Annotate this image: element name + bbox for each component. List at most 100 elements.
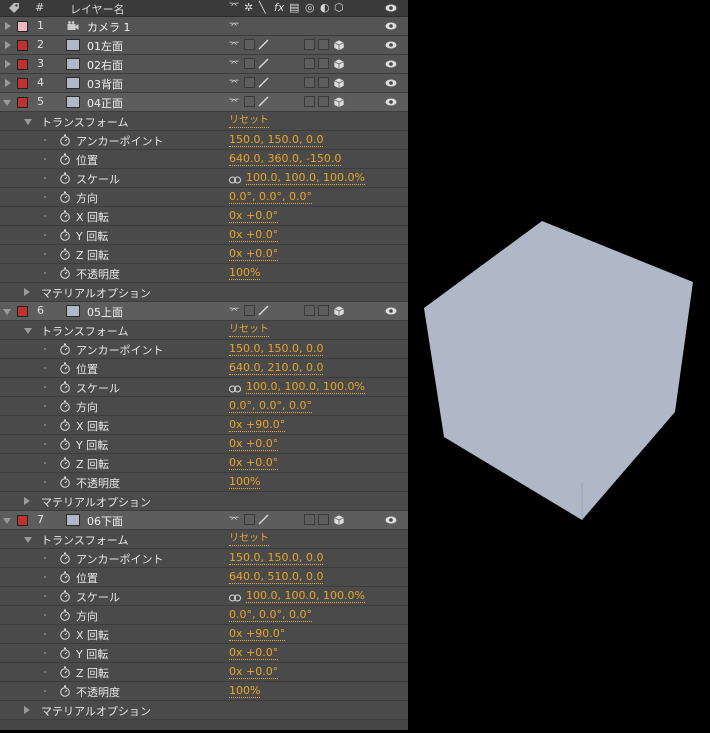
property-value-anchor-point[interactable]: 150.0, 150.0, 0.0: [229, 551, 324, 565]
3d-layer-switch-icon[interactable]: [333, 58, 345, 70]
3d-layer-switch-icon[interactable]: [333, 96, 345, 108]
label-color-swatch[interactable]: [17, 97, 28, 108]
quality-switch-icon[interactable]: [258, 305, 269, 316]
quality-switch-icon[interactable]: [258, 58, 269, 69]
stopwatch-icon[interactable]: [59, 666, 71, 678]
constrain-proportions-icon[interactable]: [229, 174, 241, 184]
stopwatch-icon[interactable]: [59, 628, 71, 640]
layer-name[interactable]: 04正面: [87, 95, 123, 111]
stopwatch-icon[interactable]: [59, 457, 71, 469]
motion-blur-switch[interactable]: [304, 77, 315, 88]
eye-icon[interactable]: [385, 3, 397, 13]
transform-group-row[interactable]: トランスフォーム リセット: [0, 321, 408, 340]
property-value-orientation[interactable]: 0.0°, 0.0°, 0.0°: [229, 190, 312, 204]
stopwatch-icon[interactable]: [59, 400, 71, 412]
collapse-switch[interactable]: [244, 96, 255, 107]
property-value-opacity[interactable]: 100%: [229, 266, 261, 280]
property-value-orientation[interactable]: 0.0°, 0.0°, 0.0°: [229, 399, 312, 413]
property-value-y-rotation[interactable]: 0x +0.0°: [229, 646, 279, 660]
adjustment-switch[interactable]: [318, 305, 329, 316]
stopwatch-icon[interactable]: [59, 476, 71, 488]
layer-row[interactable]: 6 05上面 ⌤: [0, 302, 408, 321]
expand-triangle-right-icon[interactable]: [24, 497, 30, 505]
layer-name[interactable]: 02右面: [87, 57, 123, 73]
stopwatch-icon[interactable]: [59, 609, 71, 621]
expand-triangle-down-icon[interactable]: [3, 518, 11, 524]
stopwatch-icon[interactable]: [59, 210, 71, 222]
property-value-anchor-point[interactable]: 150.0, 150.0, 0.0: [229, 342, 324, 356]
stopwatch-icon[interactable]: [59, 343, 71, 355]
property-value-position[interactable]: 640.0, 210.0, 0.0: [229, 361, 324, 375]
motion-blur-switch[interactable]: [304, 39, 315, 50]
3d-layer-switch-icon[interactable]: [333, 514, 345, 526]
expand-triangle-right-icon[interactable]: [5, 22, 11, 30]
eye-icon[interactable]: [385, 59, 397, 69]
adjustment-switch[interactable]: [318, 96, 329, 107]
label-color-swatch[interactable]: [17, 306, 28, 317]
eye-icon[interactable]: [385, 78, 397, 88]
layer-name[interactable]: 05上面: [87, 304, 123, 320]
stopwatch-icon[interactable]: [59, 191, 71, 203]
stopwatch-icon[interactable]: [59, 229, 71, 241]
layer-row[interactable]: 7 06下面 ⌤: [0, 511, 408, 530]
property-value-z-rotation[interactable]: 0x +0.0°: [229, 456, 279, 470]
effect-column-header[interactable]: fx: [274, 1, 284, 14]
stopwatch-icon[interactable]: [59, 590, 71, 602]
constrain-proportions-icon[interactable]: [229, 592, 241, 602]
quality-icon[interactable]: ╲: [259, 1, 266, 14]
stopwatch-icon[interactable]: [59, 685, 71, 697]
adjustment-switch[interactable]: [318, 58, 329, 69]
layer-row[interactable]: 4 03背面 ⌤: [0, 74, 408, 93]
label-tag-icon[interactable]: [8, 2, 20, 14]
expand-triangle-down-icon[interactable]: [24, 537, 32, 543]
shy-icon[interactable]: ⌤: [229, 1, 239, 11]
quality-switch-icon[interactable]: [258, 96, 269, 107]
property-value-orientation[interactable]: 0.0°, 0.0°, 0.0°: [229, 608, 312, 622]
transform-group-row[interactable]: トランスフォーム リセット: [0, 112, 408, 131]
3d-layer-switch-icon[interactable]: [333, 39, 345, 51]
property-value-opacity[interactable]: 100%: [229, 684, 261, 698]
property-value-z-rotation[interactable]: 0x +0.0°: [229, 247, 279, 261]
shy-switch-icon[interactable]: ⌤: [229, 77, 241, 89]
quality-switch-icon[interactable]: [258, 77, 269, 88]
property-value-opacity[interactable]: 100%: [229, 475, 261, 489]
expand-triangle-down-icon[interactable]: [24, 328, 32, 334]
stopwatch-icon[interactable]: [59, 267, 71, 279]
collapse-switch[interactable]: [244, 77, 255, 88]
layer-row[interactable]: 2 01左面 ⌤: [0, 36, 408, 55]
property-value-x-rotation[interactable]: 0x +90.0°: [229, 627, 286, 641]
stopwatch-icon[interactable]: [59, 552, 71, 564]
layer-name-column-header[interactable]: レイヤー名: [70, 1, 125, 17]
stopwatch-icon[interactable]: [59, 571, 71, 583]
property-value-position[interactable]: 640.0, 360.0, -150.0: [229, 152, 342, 166]
transform-group-row[interactable]: トランスフォーム リセット: [0, 530, 408, 549]
expand-triangle-right-icon[interactable]: [5, 41, 11, 49]
collapse-switch[interactable]: [244, 305, 255, 316]
expand-triangle-right-icon[interactable]: [5, 60, 11, 68]
motion-blur-icon[interactable]: ◎: [305, 1, 315, 14]
adjustment-switch[interactable]: [318, 39, 329, 50]
property-value-anchor-point[interactable]: 150.0, 150.0, 0.0: [229, 133, 324, 147]
eye-icon[interactable]: [385, 97, 397, 107]
motion-blur-switch[interactable]: [304, 305, 315, 316]
shy-switch-icon[interactable]: ⌤: [229, 96, 241, 108]
layer-row[interactable]: 3 02右面 ⌤: [0, 55, 408, 74]
stopwatch-icon[interactable]: [59, 153, 71, 165]
layer-name[interactable]: 01左面: [87, 38, 123, 54]
3d-layer-switch-icon[interactable]: [333, 77, 345, 89]
adjustment-layer-icon[interactable]: ◐: [320, 1, 330, 14]
property-value-z-rotation[interactable]: 0x +0.0°: [229, 665, 279, 679]
shy-switch-icon[interactable]: ⌤: [229, 305, 241, 317]
adjustment-switch[interactable]: [318, 514, 329, 525]
constrain-proportions-icon[interactable]: [229, 383, 241, 393]
reset-link[interactable]: リセット: [229, 114, 269, 128]
collapse-switch[interactable]: [244, 39, 255, 50]
stopwatch-icon[interactable]: [59, 381, 71, 393]
expand-triangle-down-icon[interactable]: [24, 119, 32, 125]
stopwatch-icon[interactable]: [59, 134, 71, 146]
stopwatch-icon[interactable]: [59, 438, 71, 450]
material-options-row[interactable]: マテリアルオプション: [0, 701, 408, 720]
layer-name[interactable]: 03背面: [87, 76, 123, 92]
expand-triangle-down-icon[interactable]: [3, 100, 11, 106]
material-options-row[interactable]: マテリアルオプション: [0, 492, 408, 511]
